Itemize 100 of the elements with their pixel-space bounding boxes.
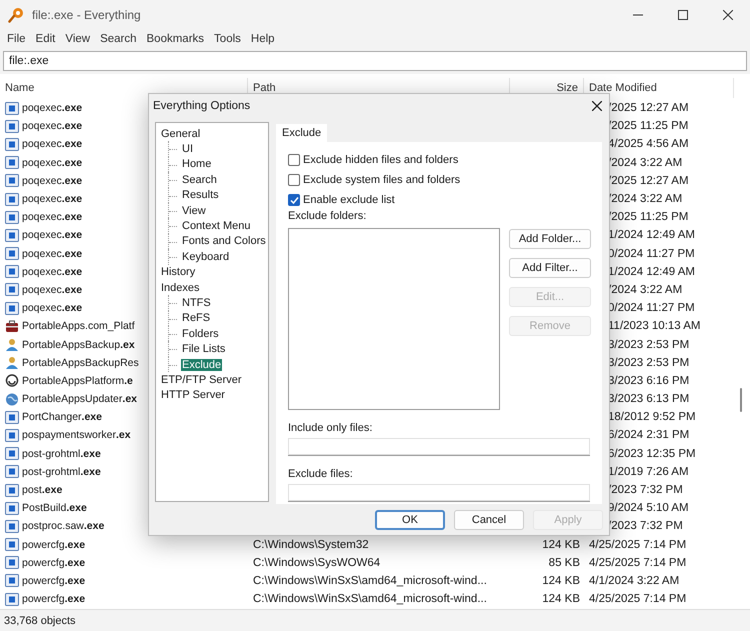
tree-item[interactable]: Exclude [181, 358, 222, 371]
menu-item[interactable]: Bookmarks [142, 30, 210, 48]
maximize-icon[interactable] [678, 10, 688, 20]
tree-item[interactable]: ReFS [181, 312, 212, 324]
field-label: Include only files: [288, 422, 374, 434]
program-icon [5, 574, 19, 588]
checkbox[interactable] [288, 174, 300, 186]
date-modified: 4/1/2024 3:22 AM [589, 574, 680, 587]
checkbox-label: Exclude system files and folders [303, 174, 460, 186]
person-icon [5, 356, 19, 370]
date-modified: 18/2012 9:52 PM [608, 411, 696, 424]
program-icon [5, 592, 19, 606]
checkbox-label: Exclude hidden files and folders [303, 154, 458, 166]
dialog-title: Everything Options [153, 100, 250, 112]
tree-item[interactable]: Fonts and Colors [181, 235, 267, 248]
tree-item[interactable]: File Lists [181, 343, 226, 356]
date-modified: 1/2024 12:49 AM [608, 229, 695, 242]
program-icon [5, 156, 19, 170]
program-icon [5, 265, 19, 278]
program-icon [5, 174, 19, 188]
field-label: Exclude files: [288, 468, 354, 480]
date-modified: 4/25/2025 7:14 PM [589, 556, 686, 569]
folder-list[interactable] [288, 228, 500, 410]
file-name: PortableAppsUpdater.ex [22, 393, 138, 406]
file-name: PortableApps.com_Platf [22, 320, 135, 332]
file-name: postproc.saw.exe [22, 520, 104, 532]
menu-item[interactable]: Edit [30, 30, 60, 48]
menu-item[interactable]: Help [246, 30, 280, 48]
input-field[interactable] [288, 438, 590, 456]
file-name: poqexec.exe [22, 193, 82, 206]
scrollbar-thumb[interactable] [740, 388, 742, 412]
window-title: file:.exe - Everything [32, 8, 142, 22]
tree-item[interactable]: Context Menu [181, 220, 252, 232]
checkbox[interactable] [288, 154, 300, 166]
file-name: poqexec.exe [22, 138, 82, 150]
program-icon [5, 192, 19, 206]
tree-item[interactable]: HTTP Server [160, 389, 226, 402]
tree-item[interactable]: ETP/FTP Server [160, 374, 242, 386]
program-icon [5, 484, 19, 497]
tree-item[interactable]: Keyboard [181, 250, 230, 263]
program-icon [5, 228, 19, 242]
program-icon [5, 120, 19, 133]
tab[interactable]: Exclude [276, 124, 328, 142]
menu-item[interactable]: Search [95, 30, 142, 48]
tree-item[interactable]: Home [181, 158, 212, 170]
file-path: C:\Windows\SysWOW64 [253, 556, 380, 569]
file-name: powercfg.exe [22, 593, 86, 606]
file-name: PortableAppsBackup.ex [22, 338, 135, 351]
tree-item[interactable]: General [160, 128, 202, 140]
file-size: 85 KB [548, 556, 580, 569]
program-icon [5, 447, 19, 460]
date-modified: 4/2025 4:56 AM [608, 138, 689, 150]
input-field[interactable] [288, 484, 590, 502]
search-field[interactable]: file:.exe [3, 51, 747, 71]
side-button[interactable]: Add Filter... [509, 258, 591, 278]
date-modified: 4/25/2025 7:14 PM [589, 593, 686, 606]
tree-item[interactable]: Folders [181, 328, 220, 340]
menu-item[interactable]: Tools [209, 30, 246, 48]
checkbox[interactable] [288, 194, 300, 206]
file-name: post.exe [22, 484, 62, 496]
file-name: poqexec.exe [22, 284, 82, 296]
date-modified: 1/2024 12:49 AM [608, 266, 695, 278]
program-icon [5, 410, 19, 424]
close-icon[interactable] [592, 101, 602, 111]
tree-item[interactable]: Search [181, 174, 218, 186]
side-button[interactable]: Add Folder... [509, 229, 591, 249]
tree-item[interactable]: NTFS [181, 296, 212, 309]
program-icon [5, 138, 19, 151]
date-modified: 11/2023 10:13 AM [608, 320, 700, 332]
tree-item[interactable]: History [160, 266, 196, 278]
date-modified: 3/2023 2:53 PM [608, 338, 690, 351]
menu-item[interactable]: View [60, 30, 96, 48]
tree-item[interactable]: Indexes [160, 282, 201, 294]
program-icon [5, 283, 19, 296]
file-size: 124 KB [542, 538, 580, 551]
date-modified: 3/2023 6:16 PM [608, 374, 690, 387]
program-icon [5, 302, 19, 315]
dialog-button[interactable]: Cancel [454, 510, 524, 530]
file-name: poqexec.exe [22, 248, 82, 260]
file-size: 124 KB [542, 593, 580, 606]
tree-item[interactable]: View [181, 204, 207, 217]
menu-item[interactable]: File [2, 30, 31, 48]
file-name: poqexec.exe [22, 120, 82, 132]
file-name: PortChanger.exe [22, 411, 102, 424]
file-path: C:\Windows\WinSxS\amd64_microsoft-wind... [253, 593, 487, 606]
tree-item[interactable]: UI [181, 143, 194, 156]
suitcase-icon [5, 320, 19, 333]
file-name: PortableAppsPlatform.e [22, 374, 133, 387]
program-icon [5, 102, 19, 115]
checkbox-label: Enable exclude list [303, 194, 395, 206]
file-name: powercfg.exe [22, 538, 86, 551]
file-name: poqexec.exe [22, 302, 82, 314]
file-name: powercfg.exe [22, 556, 86, 569]
ring-icon [5, 374, 19, 388]
tree-item[interactable]: Results [181, 189, 220, 202]
dialog-button[interactable]: OK [375, 510, 445, 530]
file-name: post-grohtml.exe [22, 448, 101, 460]
date-modified: 3/2023 2:53 PM [608, 356, 690, 369]
file-name: PostBuild.exe [22, 502, 87, 514]
close-icon[interactable] [722, 10, 732, 20]
